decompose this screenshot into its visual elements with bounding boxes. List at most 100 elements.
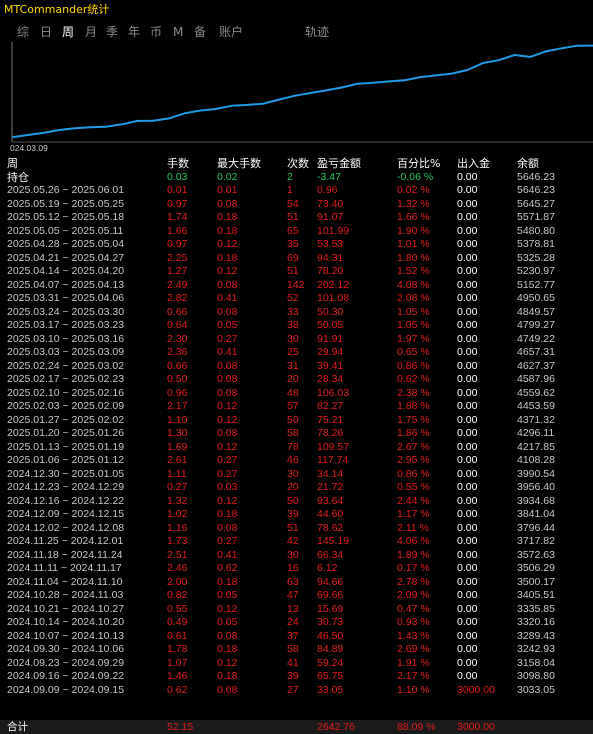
header-profit[interactable]: 盈亏金额 <box>317 157 361 171</box>
cell-percent: 0.93 % <box>397 616 430 628</box>
cell-balance: 4587.96 <box>517 373 555 385</box>
cell-balance: 5325.28 <box>517 251 555 264</box>
header-balance[interactable]: 余额 <box>517 157 539 171</box>
header-percent[interactable]: 百分比% <box>397 157 440 171</box>
table-row[interactable]: 2025.01.20 ~ 2025.01.26 1.30 0.08 58 78.26 1.… <box>0 427 593 441</box>
table-row[interactable]: 2025.03.17 ~ 2025.03.23 0.64 0.05 38 50.05 1.… <box>0 319 593 333</box>
tab-7[interactable]: M <box>173 22 183 42</box>
cell-max-lots: 0.12 <box>217 440 238 453</box>
cell-lots: 2.61 <box>167 454 188 466</box>
cell-lots: 1.11 <box>167 467 187 480</box>
tab-4[interactable]: 季 <box>106 22 118 42</box>
tab-5[interactable]: 年 <box>128 22 140 42</box>
table-row[interactable]: 2024.11.25 ~ 2024.12.01 1.73 0.27 42 145.19 4… <box>0 535 593 549</box>
table-row[interactable]: 2025.03.03 ~ 2025.03.09 2.36 0.41 25 29.94 0.… <box>0 346 593 360</box>
table-row[interactable]: 2025.05.26 ~ 2025.06.01 0.01 0.01 1 0.96 0.02… <box>0 184 593 198</box>
cell-profit: 33.05 <box>317 683 344 696</box>
table-row[interactable]: 2025.02.03 ~ 2025.02.09 2.17 0.12 57 82.27 1.… <box>0 400 593 414</box>
tab-3[interactable]: 月 <box>85 22 97 42</box>
table-row[interactable]: 2025.04.14 ~ 2025.04.20 1.27 0.12 51 78.20 1.… <box>0 265 593 279</box>
table-row[interactable]: 2025.03.31 ~ 2025.04.06 2.82 0.41 52 101.08 2… <box>0 292 593 306</box>
table-row[interactable]: 2024.10.07 ~ 2024.10.13 0.61 0.08 37 46.50 1.… <box>0 630 593 644</box>
cell-percent: 2.09 % <box>397 589 430 601</box>
total-lots: 52.15 <box>167 721 194 733</box>
tab-8[interactable]: 备 <box>194 22 206 42</box>
total-profit: 2642.76 <box>317 721 355 733</box>
cell-week: 2025.04.28 ~ 2025.05.04 <box>7 238 125 250</box>
cell-week: 2024.11.25 ~ 2024.12.01 <box>7 535 124 547</box>
tab-1[interactable]: 日 <box>40 22 52 42</box>
table-row[interactable]: 2024.12.30 ~ 2025.01.05 1.11 0.27 30 34.14 0.… <box>0 468 593 482</box>
table-row[interactable]: 2025.05.19 ~ 2025.05.25 0.97 0.08 54 73.40 1.… <box>0 198 593 212</box>
cell-count: 30 <box>287 548 299 561</box>
table-row[interactable]: 2024.12.09 ~ 2024.12.15 1.02 0.18 39 44.60 1.… <box>0 508 593 522</box>
tab-0[interactable]: 综 <box>17 22 29 42</box>
table-row[interactable]: 2024.09.09 ~ 2024.09.15 0.62 0.08 27 33.05 1.… <box>0 684 593 698</box>
cell-lots: 1.73 <box>167 535 188 547</box>
cell-count: 37 <box>287 629 299 642</box>
table-row[interactable]: 2025.03.24 ~ 2025.03.30 0.66 0.08 33 50.30 1.… <box>0 306 593 320</box>
cell-week: 2025.01.27 ~ 2025.02.02 <box>7 413 125 426</box>
header-count[interactable]: 次数 <box>287 157 309 171</box>
table-row[interactable]: 2025.05.05 ~ 2025.05.11 1.66 0.18 65 101.99 1… <box>0 225 593 239</box>
cell-profit: 78.62 <box>317 521 344 534</box>
tab-9[interactable]: 账户 <box>219 22 243 42</box>
cell-max-lots: 0.62 <box>217 562 238 574</box>
cell-count: 20 <box>287 481 299 493</box>
cell-max-lots: 0.18 <box>217 508 238 520</box>
table-row[interactable]: 2024.10.21 ~ 2024.10.27 0.55 0.12 13 15.69 0.… <box>0 603 593 617</box>
cell-deposit: 0.00 <box>457 562 478 574</box>
table-row[interactable]: 2024.11.04 ~ 2024.11.10 2.00 0.18 63 94.66 2.… <box>0 576 593 590</box>
table-row[interactable]: 2025.05.12 ~ 2025.05.18 1.74 0.18 51 91.07 1.… <box>0 211 593 225</box>
cell-percent: 1.80 % <box>397 251 430 264</box>
table-row[interactable]: 2024.09.30 ~ 2024.10.06 1.78 0.18 58 84.89 2.… <box>0 643 593 657</box>
cell-week: 2024.10.21 ~ 2024.10.27 <box>7 602 125 615</box>
table-row[interactable]: 2025.02.24 ~ 2025.03.02 0.66 0.08 31 39.41 0.… <box>0 360 593 374</box>
table-row[interactable]: 2025.01.06 ~ 2025.01.12 2.61 0.27 46 117.74 2… <box>0 454 593 468</box>
cell-balance: 3158.04 <box>517 656 555 669</box>
table-row[interactable]: 2024.10.28 ~ 2024.11.03 0.82 0.05 47 69.66 2.… <box>0 589 593 603</box>
equity-line <box>11 44 593 139</box>
holding-row[interactable]: 持仓 0.03 0.02 2 -3.47 -0.06 % 0.00 5646.2… <box>0 171 593 185</box>
header-lots[interactable]: 手数 <box>167 157 189 171</box>
table-row[interactable]: 2025.01.27 ~ 2025.02.02 1.10 0.12 50 75.21 1.… <box>0 414 593 428</box>
cell-balance: 4799.27 <box>517 319 555 331</box>
cell-percent: 0.55 % <box>397 481 430 493</box>
table-row[interactable]: 2024.12.16 ~ 2024.12.22 1.32 0.12 50 93.64 2.… <box>0 495 593 509</box>
cell-max-lots: 0.08 <box>217 427 238 439</box>
table-row[interactable]: 2024.11.11 ~ 2024.11.17 2.46 0.62 16 6.12 0.1… <box>0 562 593 576</box>
cell-deposit: 0.00 <box>457 400 478 412</box>
cell-balance: 5230.97 <box>517 265 555 277</box>
cell-deposit: 0.00 <box>457 251 478 264</box>
cell-percent: 0.02 % <box>397 184 430 196</box>
table-row[interactable]: 2025.03.10 ~ 2025.03.16 2.30 0.27 30 91.91 1.… <box>0 333 593 347</box>
table-row[interactable]: 2025.04.21 ~ 2025.04.27 2.25 0.18 69 94.31 1.… <box>0 252 593 266</box>
table-row[interactable]: 2024.12.23 ~ 2024.12.29 0.27 0.03 20 21.72 0.… <box>0 481 593 495</box>
table-row[interactable]: 2024.11.18 ~ 2024.11.24 2.51 0.41 30 66.34 1.… <box>0 549 593 563</box>
cell-profit: 39.41 <box>317 359 344 372</box>
cell-max-lots: 0.12 <box>217 238 238 250</box>
table-row[interactable]: 2025.02.17 ~ 2025.02.23 0.50 0.08 20 28.34 0.… <box>0 373 593 387</box>
table-row[interactable]: 2024.09.16 ~ 2024.09.22 1.46 0.18 39 65.75 2.… <box>0 670 593 684</box>
table-row[interactable]: 2025.01.13 ~ 2025.01.19 1.69 0.12 78 109.57 2… <box>0 441 593 455</box>
cell-week: 2024.12.16 ~ 2024.12.22 <box>7 494 125 507</box>
table-row[interactable]: 2025.04.28 ~ 2025.05.04 0.97 0.12 35 53.53 1.… <box>0 238 593 252</box>
table-row[interactable]: 2025.02.10 ~ 2025.02.16 0.96 0.08 48 106.03 2… <box>0 387 593 401</box>
cell-profit: 106.03 <box>317 386 350 399</box>
cell-week: 2025.03.24 ~ 2025.03.30 <box>7 305 125 318</box>
cell-balance: 3717.82 <box>517 535 555 547</box>
tab-10[interactable]: 轨迹 <box>305 22 329 42</box>
header-max-lots[interactable]: 最大手数 <box>217 157 261 171</box>
tab-6[interactable]: 币 <box>150 22 162 42</box>
table-row[interactable]: 2025.04.07 ~ 2025.04.13 2.49 0.08 142 202.12… <box>0 279 593 293</box>
tab-2[interactable]: 周 <box>62 22 74 42</box>
cell-balance: 3506.29 <box>517 562 555 574</box>
table-row[interactable]: 2024.10.14 ~ 2024.10.20 0.49 0.05 24 30.73 0.… <box>0 616 593 630</box>
cell-profit: 46.50 <box>317 629 344 642</box>
cell-max-lots: 0.08 <box>217 278 238 291</box>
header-week[interactable]: 周 <box>7 157 18 171</box>
table-row[interactable]: 2024.12.02 ~ 2024.12.08 1.16 0.08 51 78.62 2.… <box>0 522 593 536</box>
header-deposit[interactable]: 出入金 <box>457 157 490 171</box>
cell-lots: 1.02 <box>167 508 188 520</box>
table-row[interactable]: 2024.09.23 ~ 2024.09.29 1.07 0.12 41 59.24 1.… <box>0 657 593 671</box>
